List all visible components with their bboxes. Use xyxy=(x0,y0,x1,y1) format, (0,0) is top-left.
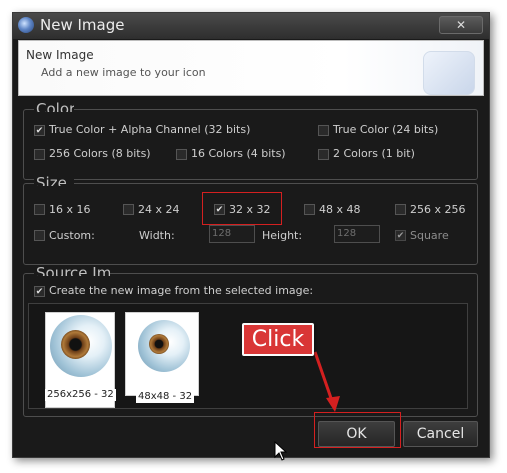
source-image-256[interactable]: 256x256 - 32 xyxy=(45,312,116,408)
source-image-256-caption: 256x256 - 32 xyxy=(45,389,116,401)
color-option-1bit-label[interactable]: 2 Colors (1 bit) xyxy=(333,147,415,160)
close-button[interactable]: ✕ xyxy=(439,16,483,34)
color-option-32bit-checkbox[interactable] xyxy=(34,125,45,136)
source-image-legend: Source Image xyxy=(34,265,110,276)
width-label: Width: xyxy=(139,229,175,242)
size-16-checkbox[interactable] xyxy=(34,204,45,215)
header-decoration-icon xyxy=(423,51,475,95)
colors-legend: Colors xyxy=(34,101,74,112)
size-48-label[interactable]: 48 x 48 xyxy=(319,203,361,216)
color-option-4bit-checkbox[interactable] xyxy=(176,149,187,160)
size-32-label[interactable]: 32 x 32 xyxy=(229,203,271,216)
ok-button[interactable]: OK xyxy=(318,421,395,447)
source-image-48-caption: 48x48 - 32 xyxy=(136,391,195,403)
title-bar[interactable]: New Image ✕ xyxy=(13,13,489,39)
dialog-header: New Image Add a new image to your icon xyxy=(18,40,484,96)
square-checkbox[interactable] xyxy=(395,230,406,241)
create-from-selected-label[interactable]: Create the new image from the selected i… xyxy=(49,284,313,297)
custom-size-checkbox[interactable] xyxy=(34,230,45,241)
header-title: New Image xyxy=(26,48,94,62)
click-callout: Click xyxy=(242,323,314,356)
size-24-checkbox[interactable] xyxy=(123,204,134,215)
color-option-1bit-checkbox[interactable] xyxy=(318,149,329,160)
color-option-32bit-label[interactable]: True Color + Alpha Channel (32 bits) xyxy=(49,123,250,136)
size-24-label[interactable]: 24 x 24 xyxy=(138,203,180,216)
width-field[interactable]: 128 xyxy=(209,225,255,243)
size-group: Size 16 x 16 24 x 24 32 x 32 48 x 48 256… xyxy=(23,175,478,265)
eye-image-icon xyxy=(138,320,190,372)
color-option-8bit-checkbox[interactable] xyxy=(34,149,45,160)
color-option-4bit-label[interactable]: 16 Colors (4 bits) xyxy=(191,147,286,160)
height-label: Height: xyxy=(262,229,303,242)
window-title: New Image xyxy=(40,16,125,34)
source-image-list[interactable]: 256x256 - 32 48x48 - 32 xyxy=(28,303,468,409)
color-option-24bit-label[interactable]: True Color (24 bits) xyxy=(333,123,438,136)
color-option-24bit-checkbox[interactable] xyxy=(318,125,329,136)
eye-iris xyxy=(61,330,90,359)
size-16-label[interactable]: 16 x 16 xyxy=(49,203,91,216)
new-image-dialog: New Image ✕ New Image Add a new image to… xyxy=(12,12,490,458)
height-field[interactable]: 128 xyxy=(334,225,380,243)
square-label[interactable]: Square xyxy=(410,229,449,242)
eye-image-icon xyxy=(50,315,112,377)
eye-iris xyxy=(149,334,169,354)
size-256-checkbox[interactable] xyxy=(395,204,406,215)
app-icon xyxy=(18,17,34,33)
size-48-checkbox[interactable] xyxy=(304,204,315,215)
source-image-48[interactable]: 48x48 - 32 xyxy=(125,312,199,403)
cancel-button[interactable]: Cancel xyxy=(403,421,478,447)
color-option-8bit-label[interactable]: 256 Colors (8 bits) xyxy=(49,147,151,160)
create-from-selected-checkbox[interactable] xyxy=(34,286,45,297)
mouse-pointer-icon xyxy=(274,441,288,461)
size-256-label[interactable]: 256 x 256 xyxy=(410,203,466,216)
custom-size-label[interactable]: Custom: xyxy=(49,229,95,242)
colors-group: Colors True Color + Alpha Channel (32 bi… xyxy=(23,101,478,180)
size-legend: Size xyxy=(34,175,74,186)
header-subtitle: Add a new image to your icon xyxy=(41,66,206,79)
size-32-checkbox[interactable] xyxy=(214,204,225,215)
